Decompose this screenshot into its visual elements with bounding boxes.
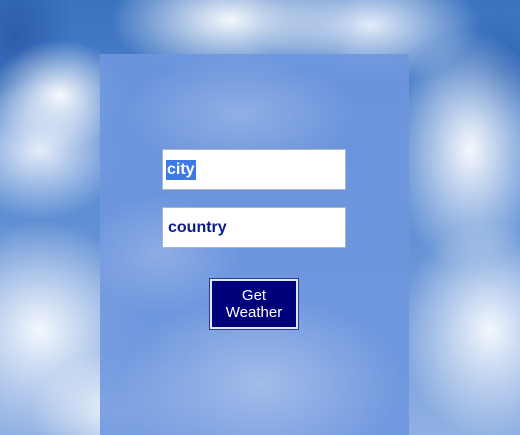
country-input[interactable] xyxy=(162,207,346,248)
city-input[interactable] xyxy=(162,149,346,190)
get-weather-button[interactable]: Get Weather xyxy=(209,278,299,330)
